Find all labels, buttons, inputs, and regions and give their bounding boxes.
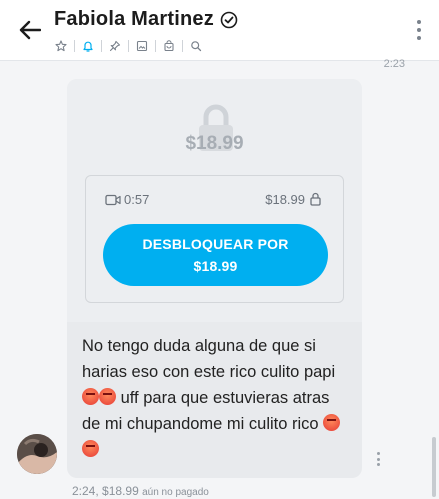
chat-header: Fabiola Martinez [0,0,439,61]
verified-icon [220,11,238,28]
hot-face-emoji [82,388,99,405]
video-duration: 0:57 [124,192,150,207]
contact-name[interactable]: Fabiola Martinez [54,8,214,31]
chat-toolbar [52,38,205,54]
bag-icon[interactable] [160,38,178,54]
avatar-image [17,434,57,474]
video-icon [105,194,121,206]
hot-face-emoji [323,414,341,431]
more-options-button[interactable] [415,20,423,40]
toolbar-divider [74,40,75,52]
unlock-button-label: DESBLOQUEAR POR [142,236,289,252]
pin-icon[interactable] [106,38,124,54]
message-bubble: $18.99 0:57 $18.99 DESBLOQUEAR POR $18.9… [67,79,362,478]
hot-face-emoji [99,388,116,405]
message-text-part: uff para que estuvieras atras de mi chup… [82,389,330,433]
payment-status: aún no pagado [142,487,209,498]
message-time: 2:24, [72,484,99,498]
toolbar-divider [155,40,156,52]
message-meta: 2:24, $18.99 aún no pagado [72,484,209,498]
preview-price: $18.99 [185,133,244,154]
hot-face-emoji [82,440,99,457]
message-price: $18.99 [102,484,139,498]
previous-message-time: 2:23 [383,58,405,70]
message-options-button[interactable] [377,452,381,466]
toolbar-divider [182,40,183,52]
scrollbar[interactable] [432,437,436,497]
unlock-button-price: $18.99 [193,258,238,274]
toolbar-divider [128,40,129,52]
arrow-left-icon [19,20,41,40]
star-icon[interactable] [52,38,70,54]
back-button[interactable] [16,16,44,44]
search-icon[interactable] [187,38,205,54]
media-price-card: 0:57 $18.99 DESBLOQUEAR POR $18.99 [85,175,344,303]
toolbar-divider [101,40,102,52]
media-price: $18.99 [265,192,305,207]
image-icon[interactable] [133,38,151,54]
message-text: No tengo duda alguna de que si harias es… [82,333,350,463]
avatar[interactable] [17,434,57,474]
lock-icon [310,192,321,206]
title-row: Fabiola Martinez [54,8,238,31]
unlock-button[interactable]: DESBLOQUEAR POR $18.99 [103,224,328,286]
message-text-part: No tengo duda alguna de que si harias es… [82,337,336,381]
locked-media-preview[interactable]: $18.99 0:57 $18.99 DESBLOQUEAR POR $18.9… [67,79,362,322]
bell-icon[interactable] [79,38,97,54]
